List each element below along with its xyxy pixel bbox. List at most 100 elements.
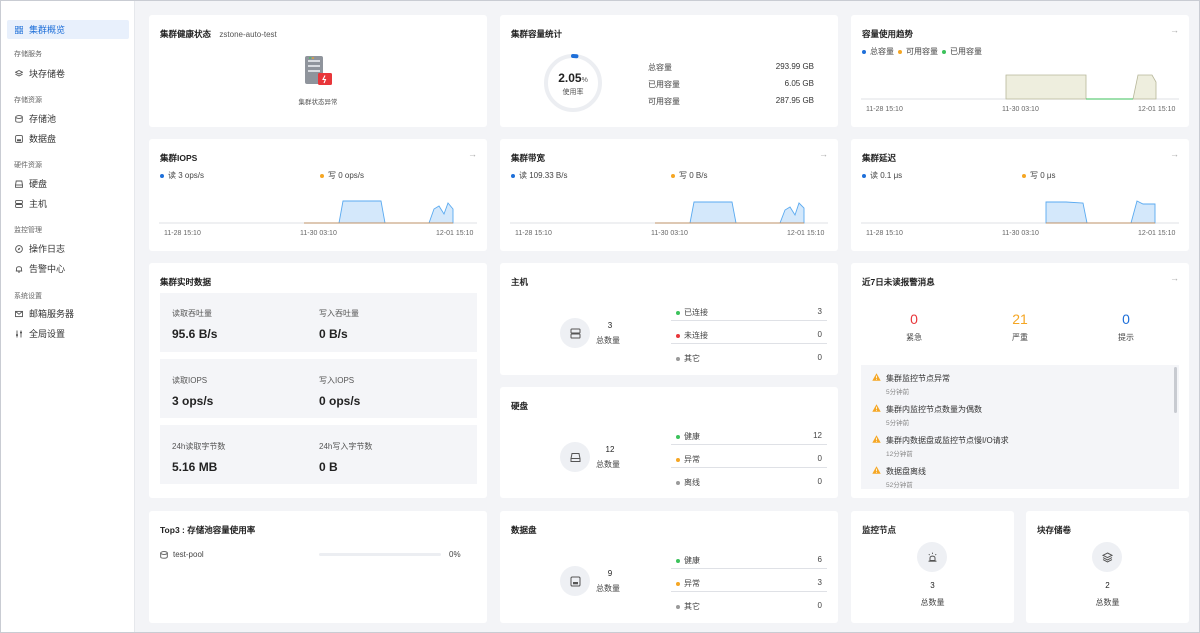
arrow-right-icon[interactable]: → xyxy=(1170,25,1179,35)
pool-progress-track xyxy=(319,553,441,556)
layers-icon xyxy=(15,69,23,78)
stat-value: 3 ops/s xyxy=(172,394,214,408)
latency-card: 集群延迟 → 读 0.1 μs 写 0 μs 11-28 15:10 11-30… xyxy=(851,139,1189,251)
nav-group-system: 系统设置 xyxy=(14,293,42,300)
disk-icon xyxy=(560,566,590,596)
sidebar: 集群概览 存储服务 块存储卷 存储资源 存储池 数据盘 硬件资源 硬盘 主机 监… xyxy=(1,1,135,632)
alarm-text: 集群监控节点异常 xyxy=(886,374,950,383)
alarm-label-critical: 紧急 xyxy=(906,333,922,342)
bw-write: 写 0 B/s xyxy=(679,171,708,180)
nav-item-host[interactable]: 主机 xyxy=(7,194,129,213)
server-icon xyxy=(15,199,23,208)
disks-title: 硬盘 xyxy=(511,401,529,411)
pool-row[interactable]: test-pool xyxy=(160,550,204,559)
nav-item-label: 集群概览 xyxy=(29,25,66,35)
status-dot xyxy=(676,558,680,563)
alarm-count-major[interactable]: 21 xyxy=(1000,311,1040,327)
alarm-list: 集群监控节点异常 5分钟前 集群内监控节点数量为偶数 5分钟前 集群内数据盘或监… xyxy=(861,365,1179,489)
warning-icon xyxy=(872,373,881,383)
legend-total: 总容量 xyxy=(870,47,894,56)
arrow-right-icon[interactable]: → xyxy=(1170,273,1179,283)
nav-item-overview[interactable]: 集群概览 xyxy=(7,20,129,39)
datadisks-count: 9 xyxy=(607,569,613,578)
nav-item-label: 邮箱服务器 xyxy=(29,309,75,319)
bandwidth-card: 集群带宽 → 读 109.33 B/s 写 0 B/s 11-28 15:10 … xyxy=(500,139,838,251)
health-title: 集群健康状态 zstone-auto-test xyxy=(160,28,277,40)
alarm-count-critical[interactable]: 0 xyxy=(894,311,934,327)
health-card: 集群健康状态 zstone-auto-test 集群状态异常 xyxy=(149,15,487,127)
nav-item-label: 块存储卷 xyxy=(29,69,66,79)
alarm-text: 集群内数据盘或监控节点慢I/O请求 xyxy=(886,436,1009,445)
datadisks-row-abnormal: 异常 3 xyxy=(671,574,827,592)
pool-percent: 0% xyxy=(449,550,461,559)
nav-item-data-disk[interactable]: 数据盘 xyxy=(7,129,129,148)
iops-title: 集群IOPS xyxy=(160,153,198,163)
status-dot xyxy=(676,457,680,462)
alarm-text: 集群内监控节点数量为偶数 xyxy=(886,405,982,414)
alarms-card: 近7日未读报警消息 → 0 紧急 21 严重 0 提示 集群监控节点异常 5分钟… xyxy=(851,263,1189,498)
health-status-text: 集群状态异常 xyxy=(298,99,338,106)
nav-item-block-volume[interactable]: 块存储卷 xyxy=(7,64,129,83)
x-tick: 11-30 03:10 xyxy=(300,230,337,237)
datadisks-card: 数据盘 9 总数量 健康 6 异常 3 其它 0 xyxy=(500,511,838,623)
iops-chart xyxy=(159,200,477,224)
nav-item-hard-disk[interactable]: 硬盘 xyxy=(7,174,129,193)
row-label: 异常 xyxy=(684,579,700,588)
arrow-right-icon[interactable]: → xyxy=(1170,149,1179,159)
nav-group-hardware: 硬件资源 xyxy=(14,162,42,169)
alarm-label-major: 严重 xyxy=(1012,333,1028,342)
legend-dot xyxy=(862,173,866,178)
legend-free: 可用容量 xyxy=(906,47,938,56)
alarm-time: 12分钟前 xyxy=(886,451,913,458)
iops-read-legend: 读 3 ops/s xyxy=(160,170,204,181)
x-tick: 11-30 03:10 xyxy=(1002,230,1039,237)
usage-label: 使用率 xyxy=(562,89,584,96)
compass-icon xyxy=(15,244,23,253)
cap-total-value: 293.99 GB xyxy=(775,62,814,71)
x-tick: 11-28 15:10 xyxy=(866,106,903,113)
hosts-row-disconnected: 未连接 0 xyxy=(671,326,827,344)
x-tick: 11-28 15:10 xyxy=(515,230,552,237)
nav-item-mail-server[interactable]: 邮箱服务器 xyxy=(7,304,129,323)
alarm-count-info[interactable]: 0 xyxy=(1106,311,1146,327)
row-label: 其它 xyxy=(684,354,700,363)
bandwidth-title: 集群带宽 xyxy=(511,153,546,163)
latency-title: 集群延迟 xyxy=(862,153,897,163)
volumes-card: 块存储卷 2 总数量 xyxy=(1026,511,1189,623)
stat-label: 读取吞吐量 xyxy=(172,309,212,318)
x-tick: 11-28 15:10 xyxy=(164,230,201,237)
mail-icon xyxy=(15,310,23,318)
row-value: 0 xyxy=(817,330,822,339)
nav-group-storage-service: 存储服务 xyxy=(14,51,42,58)
cap-used-value: 6.05 GB xyxy=(784,79,814,88)
datadisks-count-label: 总数量 xyxy=(596,584,620,593)
volumes-count: 2 xyxy=(1105,581,1110,590)
disks-row-abnormal: 异常 0 xyxy=(671,450,827,468)
database-icon xyxy=(15,114,23,123)
trend-chart xyxy=(861,74,1179,100)
realtime-title: 集群实时数据 xyxy=(160,277,212,287)
row-value: 3 xyxy=(817,578,822,587)
hosts-count: 3 xyxy=(607,321,613,330)
alarm-text: 数据盘离线 xyxy=(886,467,926,476)
scrollbar[interactable] xyxy=(1174,367,1177,413)
monitor-title: 监控节点 xyxy=(862,525,897,535)
legend-dot xyxy=(511,173,515,178)
nav-item-alarm-center[interactable]: 告警中心 xyxy=(7,259,129,278)
monitor-siren-icon xyxy=(917,542,947,572)
warning-icon xyxy=(872,466,881,476)
nav-item-oplog[interactable]: 操作日志 xyxy=(7,239,129,258)
disks-row-healthy: 健康 12 xyxy=(671,427,827,445)
lat-read: 读 0.1 μs xyxy=(870,171,903,180)
cap-free-value: 287.95 GB xyxy=(775,96,814,105)
x-tick: 11-28 15:10 xyxy=(866,230,903,237)
arrow-right-icon[interactable]: → xyxy=(468,149,477,159)
stat-label: 24h读取字节数 xyxy=(172,442,226,451)
x-tick: 12-01 15:10 xyxy=(1138,230,1176,237)
alarm-time: 5分钟前 xyxy=(886,389,910,396)
nav-item-global-settings[interactable]: 全局设置 xyxy=(7,324,129,343)
stat-label: 写入IOPS xyxy=(319,376,355,385)
arrow-right-icon[interactable]: → xyxy=(819,149,828,159)
nav-item-storage-pool[interactable]: 存储池 xyxy=(7,109,129,128)
iops-card: 集群IOPS → 读 3 ops/s 写 0 ops/s 11-28 15:10… xyxy=(149,139,487,251)
